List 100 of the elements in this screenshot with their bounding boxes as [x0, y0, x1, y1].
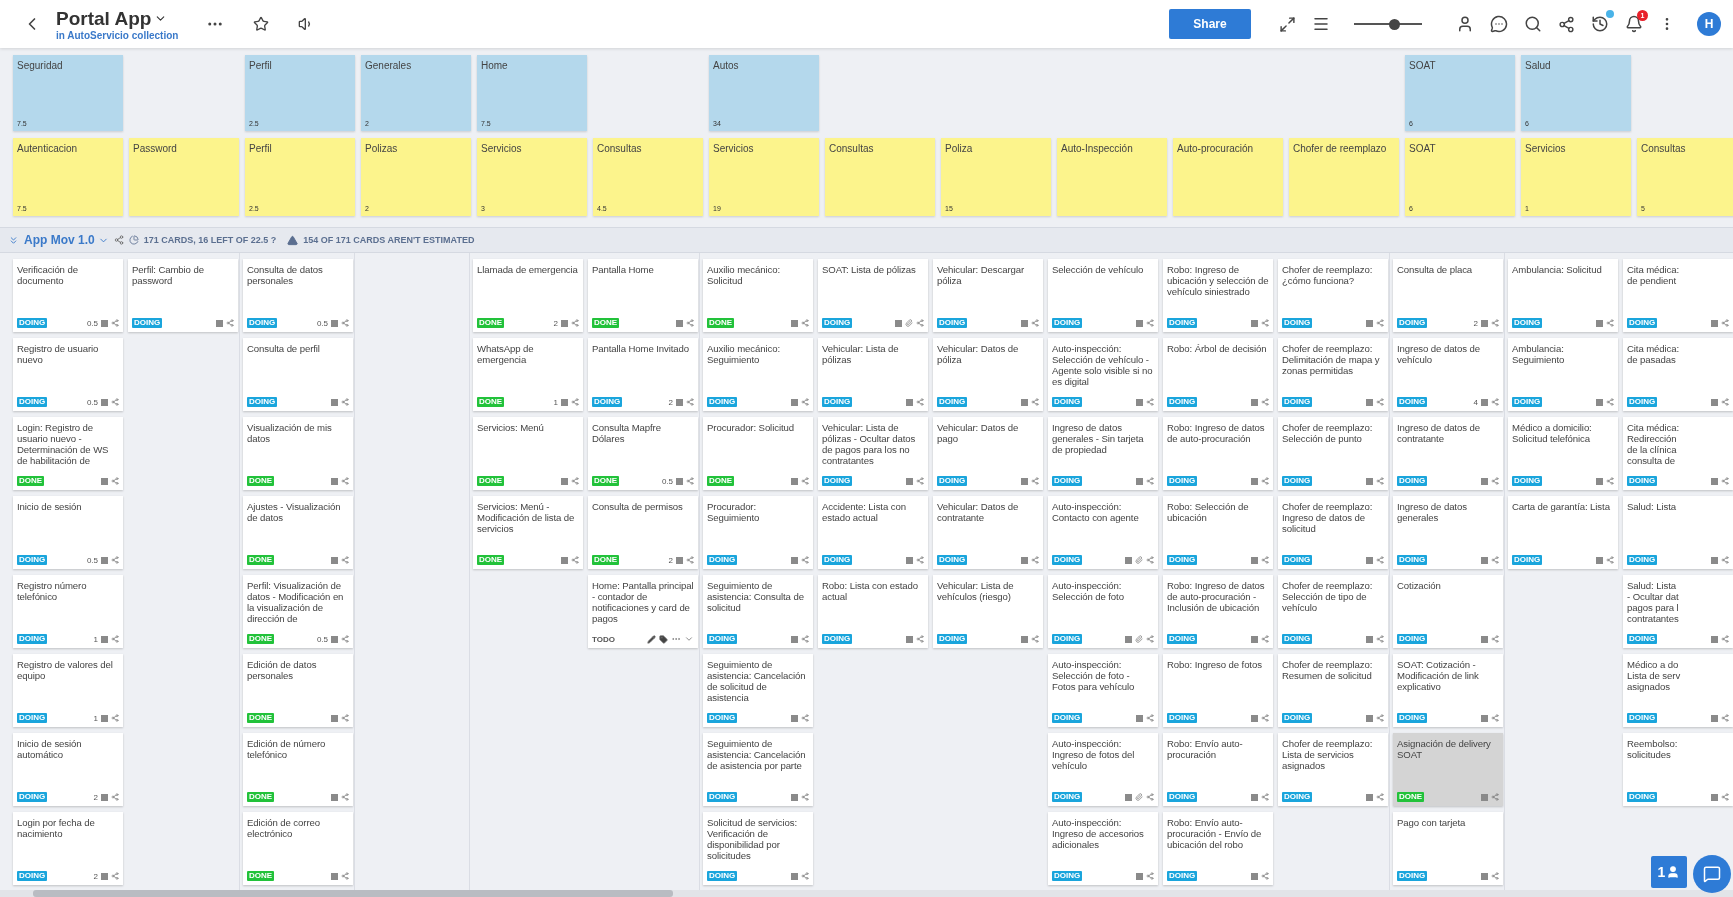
- story-card[interactable]: Ingreso de datos de vehículo DOING 4: [1393, 338, 1503, 411]
- step-note[interactable]: Consultas: [825, 138, 935, 216]
- story-card[interactable]: Vehicular: Descargar póliza DOING: [933, 259, 1043, 332]
- story-card[interactable]: Seguimiento de asistencia: Consulta de solicitud DOING: [703, 575, 813, 648]
- story-card[interactable]: Login: Registro de usuario nuevo - Determinación de WS de habilitación de DONE: [13, 417, 123, 490]
- story-card[interactable]: Cita médica: de pasadas DOING: [1623, 338, 1733, 411]
- story-card[interactable]: Salud: Lista DOING: [1623, 496, 1733, 569]
- story-card[interactable]: Servicios: Menú - Modificación de lista de servicios DONE: [473, 496, 583, 569]
- story-card[interactable]: Auto-inspección: Selección de foto DOING: [1048, 575, 1158, 648]
- story-card[interactable]: Auto-inspección: Selección de foto - Fotos para vehículo DOING: [1048, 654, 1158, 727]
- story-card[interactable]: Ingreso de datos generales - Sin tarjeta de propiedad DOING: [1048, 417, 1158, 490]
- story-card[interactable]: Chofer de reemplazo: Resumen de solicitud DOING: [1278, 654, 1388, 727]
- story-card[interactable]: Login por fecha de nacimiento DOING 2: [13, 812, 123, 885]
- story-card[interactable]: Robo: Ingreso de datos de auto-procuración DOING: [1163, 417, 1273, 490]
- step-note[interactable]: Auto-Inspección: [1057, 138, 1167, 216]
- step-note[interactable]: Password: [129, 138, 239, 216]
- board-title[interactable]: Portal App: [56, 7, 179, 30]
- story-card[interactable]: Vehicular: Lista de vehículos (riesgo) DOING: [933, 575, 1043, 648]
- story-card[interactable]: Edición de número telefónico DONE: [243, 733, 353, 806]
- story-card[interactable]: Vehicular: Lista de pólizas - Ocultar datos de pagos para los no contratantes DOING: [818, 417, 928, 490]
- story-card[interactable]: Pantalla Home DONE: [588, 259, 698, 332]
- story-card[interactable]: Selección de vehículo DOING: [1048, 259, 1158, 332]
- story-card[interactable]: Perfil: Cambio de password DOING: [128, 259, 238, 332]
- story-card[interactable]: Médico a do Lista de serv asignados DOING: [1623, 654, 1733, 727]
- tag-icon[interactable]: [659, 634, 668, 644]
- story-card[interactable]: Registro de valores del equipo DOING 1: [13, 654, 123, 727]
- story-card[interactable]: Auxilio mecánico: Seguimiento DOING: [703, 338, 813, 411]
- story-card[interactable]: Chofer de reemplazo: Lista de servicios asignados DOING: [1278, 733, 1388, 806]
- story-card[interactable]: Robo: Envío auto-procuración DOING: [1163, 733, 1273, 806]
- story-card[interactable]: Ajustes - Visualización de datos DONE: [243, 496, 353, 569]
- scrollbar-thumb[interactable]: [33, 890, 673, 897]
- story-card[interactable]: Procurador: Seguimiento DOING: [703, 496, 813, 569]
- story-card[interactable]: Chofer de reemplazo: Delimitación de mapa y zonas permitidas DOING: [1278, 338, 1388, 411]
- story-card[interactable]: Asignación de delivery SOAT DONE: [1393, 733, 1503, 806]
- story-card[interactable]: SOAT: Cotización - Modificación de link explicativo DOING: [1393, 654, 1503, 727]
- step-note[interactable]: Auto-procuración: [1173, 138, 1283, 216]
- story-card[interactable]: Auto-inspección: Ingreso de fotos del vehículo DOING: [1048, 733, 1158, 806]
- story-card[interactable]: Ingreso de datos generales DOING: [1393, 496, 1503, 569]
- release-title[interactable]: App Mov 1.0: [24, 233, 109, 247]
- story-card[interactable]: Accidente: Lista con estado actual DOING: [818, 496, 928, 569]
- story-card[interactable]: Cotización DOING: [1393, 575, 1503, 648]
- story-card[interactable]: Home: Pantalla principal - contador de notificaciones y card de pagos TODO: [588, 575, 698, 648]
- story-card[interactable]: Auxilio mecánico: Solicitud DONE: [703, 259, 813, 332]
- story-card[interactable]: Inicio de sesión automático DOING 2: [13, 733, 123, 806]
- story-card[interactable]: Robo: Selección de ubicación DOING: [1163, 496, 1273, 569]
- share-button[interactable]: Share: [1169, 9, 1251, 39]
- story-card[interactable]: Robo: Ingreso de fotos DOING: [1163, 654, 1273, 727]
- story-card[interactable]: Robo: Árbol de decisión DOING: [1163, 338, 1273, 411]
- step-note[interactable]: Chofer de reemplazo: [1289, 138, 1399, 216]
- story-card[interactable]: Inicio de sesión DOING 0.5: [13, 496, 123, 569]
- story-card[interactable]: Auto-inspección: Ingreso de accesorios adicionales DOING: [1048, 812, 1158, 885]
- story-card[interactable]: Cita médica: Redirección de la clínica consulta de DOING: [1623, 417, 1733, 490]
- story-card[interactable]: Auto-inspección: Contacto con agente DOING: [1048, 496, 1158, 569]
- story-card[interactable]: Consulta de permisos DONE 2: [588, 496, 698, 569]
- story-card[interactable]: Pantalla Home Invitado DOING 2: [588, 338, 698, 411]
- story-card[interactable]: Seguimiento de asistencia: Cancelación de asistencia por parte DOING: [703, 733, 813, 806]
- story-card[interactable]: Registro número telefónico DOING 1: [13, 575, 123, 648]
- story-card[interactable]: Vehicular: Datos de pago DOING: [933, 417, 1043, 490]
- collection-link[interactable]: in AutoServicio collection: [56, 29, 179, 41]
- story-card[interactable]: Registro de usuario nuevo DOING 0.5: [13, 338, 123, 411]
- story-card[interactable]: Cita médica: de pendient DOING: [1623, 259, 1733, 332]
- story-card[interactable]: Ingreso de datos de contratante DOING: [1393, 417, 1503, 490]
- story-card[interactable]: Perfil: Visualización de datos - Modificación en la visualización de dirección de DONE 0.5: [243, 575, 353, 648]
- story-card[interactable]: Chofer de reemplazo: Selección de tipo de vehículo DOING: [1278, 575, 1388, 648]
- story-card[interactable]: Salud: Lista - Ocultar dat pagos para l contratantes DOING: [1623, 575, 1733, 648]
- story-card[interactable]: Consulta de placa DOING 2: [1393, 259, 1503, 332]
- story-card[interactable]: Consulta de perfil DOING: [243, 338, 353, 411]
- story-card[interactable]: Edición de datos personales DONE: [243, 654, 353, 727]
- story-card[interactable]: Edición de correo electrónico DONE: [243, 812, 353, 885]
- story-card[interactable]: Pago con tarjeta DOING: [1393, 812, 1503, 885]
- story-card[interactable]: Robo: Ingreso de ubicación y selección de vehículo siniestrado DOING: [1163, 259, 1273, 332]
- story-card[interactable]: Robo: Envío auto-procuración - Envío de ubicación del robo DOING: [1163, 812, 1273, 885]
- story-card[interactable]: Médico a domicilio: Solicitud telefónica DOING: [1508, 417, 1618, 490]
- slider-thumb[interactable]: [1388, 18, 1400, 30]
- story-card[interactable]: Verificación de documento DOING 0.5: [13, 259, 123, 332]
- story-card[interactable]: Auto-inspección: Selección de vehículo - Agente solo visible si no es digital DOING: [1048, 338, 1158, 411]
- story-card[interactable]: Chofer de reemplazo: Ingreso de datos de solicitud DOING: [1278, 496, 1388, 569]
- chat-button[interactable]: [1693, 855, 1731, 893]
- story-card[interactable]: Consulta de datos personales DOING 0.5: [243, 259, 353, 332]
- story-card[interactable]: Robo: Ingreso de datos de auto-procuración - Inclusión de ubicación DOING: [1163, 575, 1273, 648]
- avatar[interactable]: H: [1697, 12, 1721, 36]
- story-card[interactable]: Visualización de mis datos DONE: [243, 417, 353, 490]
- story-card[interactable]: Reembolso: solicitudes DOING: [1623, 733, 1733, 806]
- story-card[interactable]: WhatsApp de emergencia DONE 1: [473, 338, 583, 411]
- story-card[interactable]: SOAT: Lista de pólizas DOING: [818, 259, 928, 332]
- story-card[interactable]: Carta de garantía: Lista DOING: [1508, 496, 1618, 569]
- collapse-icon[interactable]: [8, 234, 19, 246]
- story-card[interactable]: Llamada de emergencia DONE 2: [473, 259, 583, 332]
- story-card[interactable]: Chofer de reemplazo: ¿cómo funciona? DOING: [1278, 259, 1388, 332]
- story-card[interactable]: Ambulancia: Solicitud DOING: [1508, 259, 1618, 332]
- story-card[interactable]: Ambulancia: Seguimiento DOING: [1508, 338, 1618, 411]
- story-card[interactable]: Servicios: Menú DONE: [473, 417, 583, 490]
- story-card[interactable]: Consulta Mapfre Dólares DONE 0.5: [588, 417, 698, 490]
- story-card[interactable]: Solicitud de servicios: Verificación de disponibilidad por solicitudes DOING: [703, 812, 813, 885]
- story-card[interactable]: Chofer de reemplazo: Selección de punto DOING: [1278, 417, 1388, 490]
- story-card[interactable]: Vehicular: Datos de contratante DOING: [933, 496, 1043, 569]
- story-card[interactable]: Vehicular: Lista de pólizas DOING: [818, 338, 928, 411]
- story-card[interactable]: Robo: Lista con estado actual DOING: [818, 575, 928, 648]
- story-card[interactable]: Vehicular: Datos de póliza DOING: [933, 338, 1043, 411]
- story-card[interactable]: Seguimiento de asistencia: Cancelación de solicitud de asistencia DOING: [703, 654, 813, 727]
